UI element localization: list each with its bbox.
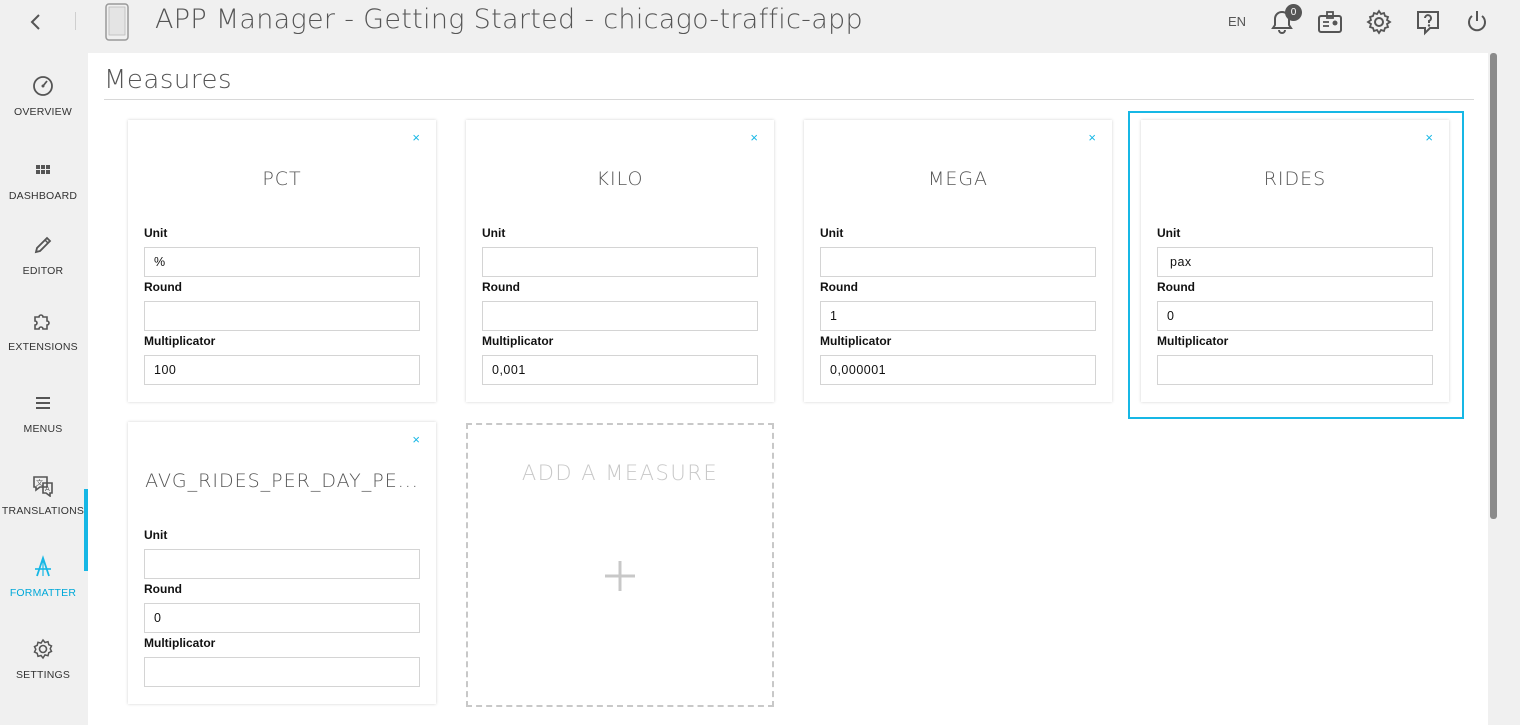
unit-input[interactable] xyxy=(482,247,758,277)
translate-icon: 文A xyxy=(33,476,53,497)
measure-name: KILO xyxy=(596,168,644,190)
multiplicator-label: Multiplicator xyxy=(482,334,554,348)
power-icon[interactable] xyxy=(1463,8,1491,36)
formatter-icon xyxy=(35,555,51,577)
sidebar-item-label: EDITOR xyxy=(22,265,64,277)
add-measure-button[interactable]: ADD A MEASURE xyxy=(466,423,774,707)
help-icon[interactable] xyxy=(1414,8,1442,36)
close-icon[interactable]: × xyxy=(750,130,758,145)
measure-card[interactable]: × RIDES Unit pax Round 0 Multiplicator xyxy=(1141,120,1449,402)
unit-label: Unit xyxy=(144,528,168,542)
round-input[interactable]: 1 xyxy=(820,301,1096,331)
hamburger-icon xyxy=(36,397,50,409)
unit-input[interactable]: % xyxy=(144,247,420,277)
round-label: Round xyxy=(1157,280,1195,294)
round-input[interactable] xyxy=(482,301,758,331)
svg-text:A: A xyxy=(45,485,50,493)
multiplicator-input[interactable]: 0,000001 xyxy=(820,355,1096,385)
measure-name: AVG_RIDES_PER_DAY_PE... xyxy=(145,470,419,492)
sidebar: OVERVIEW DASHBOARD EDITOR EXTENSIONS MEN… xyxy=(0,45,88,725)
close-icon[interactable]: × xyxy=(412,130,420,145)
gear-icon xyxy=(33,638,53,660)
multiplicator-input[interactable]: 0,001 xyxy=(482,355,758,385)
sidebar-item-label: OVERVIEW xyxy=(13,106,72,118)
unit-input[interactable] xyxy=(820,247,1096,277)
sidebar-item-label: DASHBOARD xyxy=(8,190,78,202)
measure-card[interactable]: × MEGA Unit Round 1 Multiplicator 0,0000… xyxy=(804,120,1112,402)
divider xyxy=(104,99,1474,100)
measure-card[interactable]: × AVG_RIDES_PER_DAY_PE... Unit Round 0 M… xyxy=(128,422,436,704)
multiplicator-input[interactable] xyxy=(1157,355,1433,385)
add-measure-label: ADD A MEASURE xyxy=(521,461,719,485)
round-input[interactable]: 0 xyxy=(144,603,420,633)
scrollbar-thumb[interactable] xyxy=(1490,53,1497,519)
back-icon[interactable] xyxy=(26,8,46,36)
sidebar-item-label: TRANSLATIONS xyxy=(1,505,85,517)
section-title: Measures xyxy=(104,65,233,95)
notification-badge: 0 xyxy=(1285,4,1302,21)
gauge-icon xyxy=(33,76,53,96)
multiplicator-label: Multiplicator xyxy=(820,334,892,348)
unit-label: Unit xyxy=(1157,226,1181,240)
close-icon[interactable]: × xyxy=(412,432,420,447)
sidebar-item-dashboard[interactable]: DASHBOARD xyxy=(0,158,86,236)
round-input[interactable] xyxy=(144,301,420,331)
round-label: Round xyxy=(144,582,182,596)
unit-label: Unit xyxy=(144,226,168,240)
measure-name: RIDES xyxy=(1263,168,1327,190)
pencil-icon xyxy=(34,236,52,254)
sidebar-item-label: MENUS xyxy=(23,423,63,435)
sidebar-item-editor[interactable]: EDITOR xyxy=(0,233,86,311)
plus-icon xyxy=(605,561,635,591)
divider xyxy=(75,12,76,30)
sidebar-item-settings[interactable]: SETTINGS xyxy=(0,637,86,715)
sidebar-item-label: EXTENSIONS xyxy=(8,341,78,353)
measure-card[interactable]: × KILO Unit Round Multiplicator 0,001 xyxy=(466,120,774,402)
close-icon[interactable]: × xyxy=(1088,130,1096,145)
round-input[interactable]: 0 xyxy=(1157,301,1433,331)
top-bar: APP Manager - Getting Started - chicago-… xyxy=(0,0,1520,45)
grid-icon xyxy=(36,165,50,174)
gear-icon[interactable] xyxy=(1365,8,1393,36)
round-label: Round xyxy=(482,280,520,294)
multiplicator-label: Multiplicator xyxy=(144,334,216,348)
unit-label: Unit xyxy=(820,226,844,240)
close-icon[interactable]: × xyxy=(1425,130,1433,145)
sidebar-item-label: FORMATTER xyxy=(9,587,77,599)
sidebar-item-menus[interactable]: MENUS xyxy=(0,391,86,469)
sidebar-item-overview[interactable]: OVERVIEW xyxy=(0,74,86,152)
round-label: Round xyxy=(144,280,182,294)
multiplicator-label: Multiplicator xyxy=(1157,334,1229,348)
unit-input[interactable] xyxy=(144,549,420,579)
unit-label: Unit xyxy=(482,226,506,240)
sidebar-item-translations[interactable]: 文A TRANSLATIONS xyxy=(0,473,86,551)
id-card-icon[interactable] xyxy=(1316,8,1344,36)
multiplicator-input[interactable]: 100 xyxy=(144,355,420,385)
measure-name: MEGA xyxy=(927,168,989,190)
puzzle-icon xyxy=(34,314,50,330)
svg-text:文: 文 xyxy=(36,478,43,487)
multiplicator-input[interactable] xyxy=(144,657,420,687)
unit-input[interactable]: pax xyxy=(1157,247,1433,277)
measure-card[interactable]: × PCT Unit % Round Multiplicator 100 xyxy=(128,120,436,402)
round-label: Round xyxy=(820,280,858,294)
sidebar-item-extensions[interactable]: EXTENSIONS xyxy=(0,309,86,387)
sidebar-item-label: SETTINGS xyxy=(15,669,71,681)
page-title: APP Manager - Getting Started - chicago-… xyxy=(155,4,863,35)
sidebar-item-formatter[interactable]: FORMATTER xyxy=(0,555,86,633)
language-selector[interactable]: EN xyxy=(1228,14,1246,29)
multiplicator-label: Multiplicator xyxy=(144,636,216,650)
measure-name: PCT xyxy=(262,168,302,190)
phone-icon xyxy=(105,3,129,41)
